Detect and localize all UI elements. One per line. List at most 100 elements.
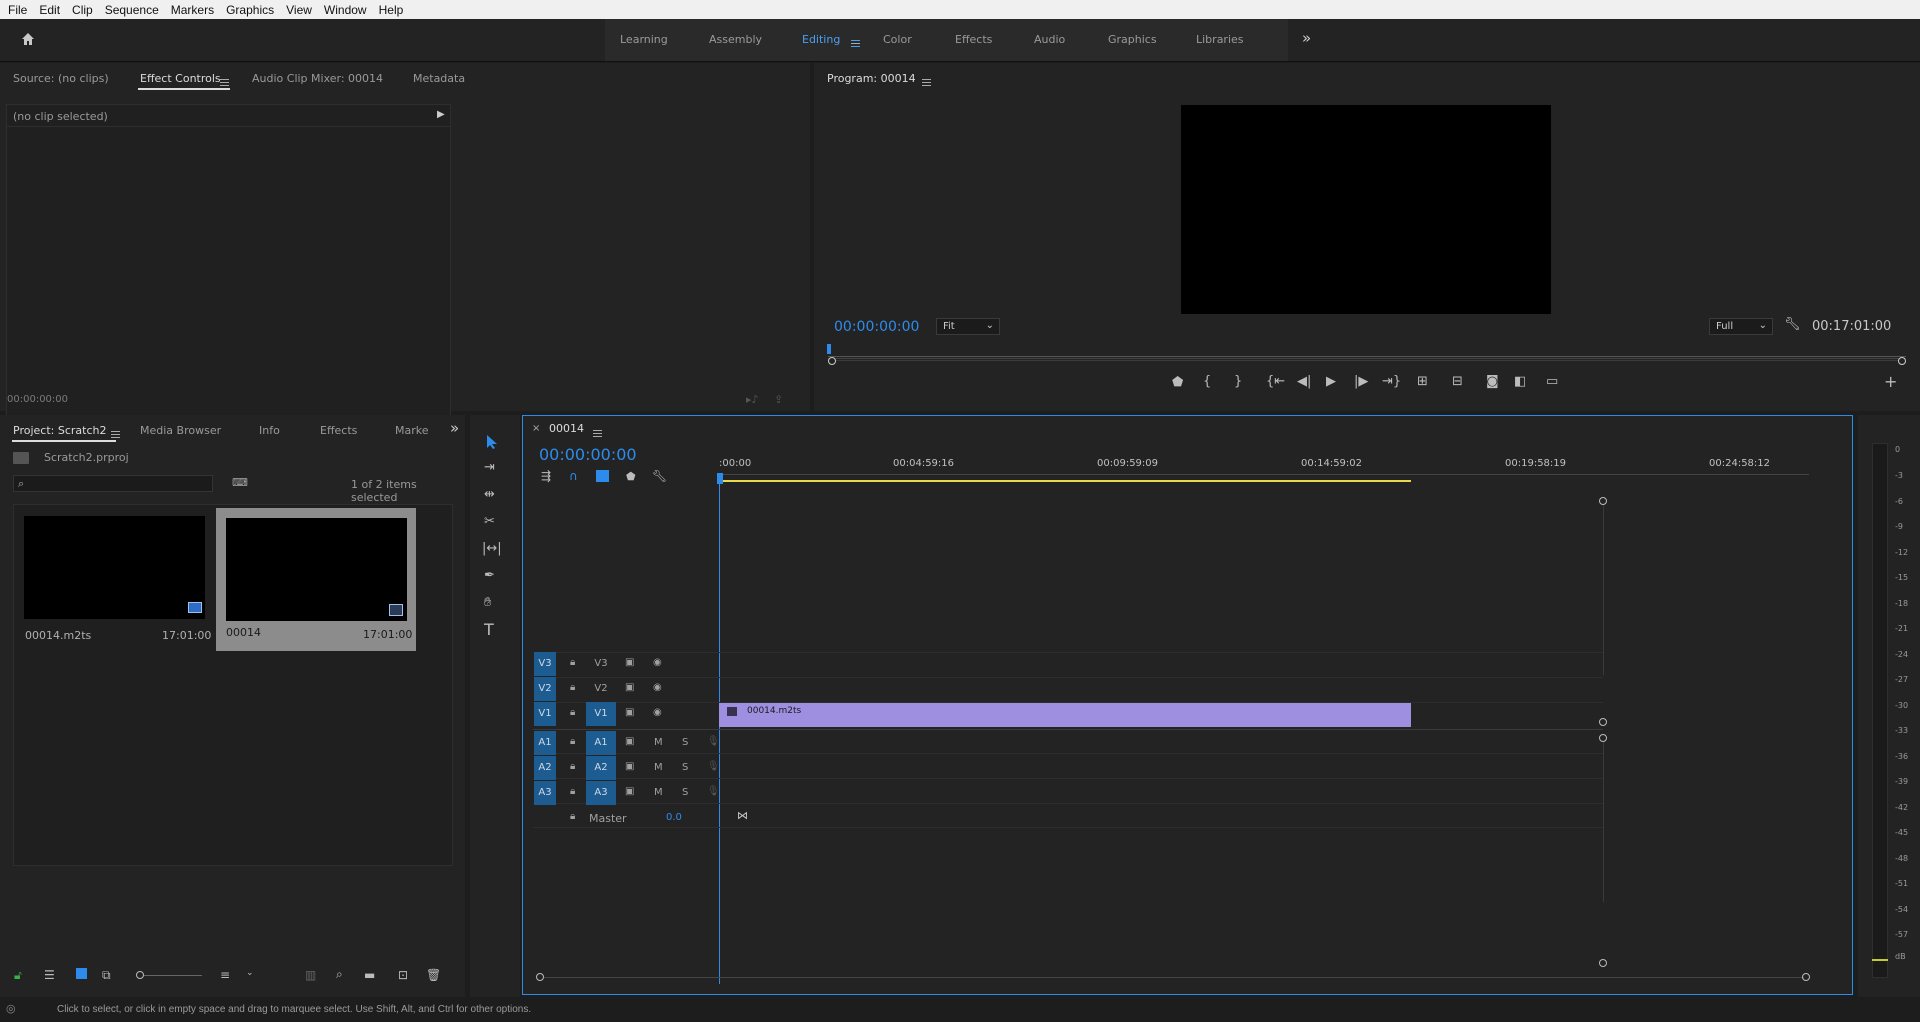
list-view-icon[interactable]: ☰ xyxy=(44,968,55,982)
chevron-down-icon[interactable]: ⌄ xyxy=(246,968,254,978)
workspace-editing[interactable]: Editing xyxy=(802,33,840,46)
tab-markers[interactable]: Marke xyxy=(395,424,429,437)
timeline-zoom-handle-left[interactable] xyxy=(536,973,544,981)
microphone-icon[interactable]: 🎙︎ xyxy=(707,761,720,772)
timeline-clip[interactable]: 00014.m2ts xyxy=(719,703,1411,727)
tab-project[interactable]: Project: Scratch2 xyxy=(13,424,106,437)
mute-button[interactable]: M xyxy=(654,737,663,748)
menu-sequence[interactable]: Sequence xyxy=(105,3,159,17)
mute-button[interactable]: M xyxy=(654,762,663,773)
home-icon[interactable] xyxy=(20,31,36,47)
source-patch-a3[interactable]: A3 xyxy=(534,781,556,805)
program-playhead[interactable] xyxy=(827,344,831,354)
find-icon[interactable]: ⌕ xyxy=(336,967,343,982)
lock-icon[interactable]: 🔒︎ xyxy=(570,682,575,693)
step-forward-icon[interactable]: |▶ xyxy=(1354,375,1368,389)
fit-dropdown[interactable]: Fit ⌄ xyxy=(936,318,1000,335)
more-tabs-icon[interactable]: » xyxy=(450,419,459,437)
menu-help[interactable]: Help xyxy=(379,3,404,17)
tab-audio-clip-mixer[interactable]: Audio Clip Mixer: 00014 xyxy=(252,72,383,85)
track-target-a2[interactable]: A2 xyxy=(586,756,616,780)
microphone-icon[interactable]: 🎙︎ xyxy=(707,736,720,747)
audio-scroll-handle[interactable] xyxy=(1599,734,1607,742)
sync-lock-icon[interactable]: ▣ xyxy=(625,657,634,668)
camera-icon[interactable]: ◙ xyxy=(1486,375,1499,389)
go-to-next-edit-icon[interactable]: ⋈ xyxy=(737,809,748,822)
export-icon[interactable]: ⇪ xyxy=(774,393,783,406)
selection-tool-icon[interactable] xyxy=(485,434,499,450)
menu-clip[interactable]: Clip xyxy=(72,3,93,17)
workspace-audio[interactable]: Audio xyxy=(1034,33,1065,46)
project-search-input[interactable]: ⌕ xyxy=(13,475,213,492)
icon-view-icon[interactable] xyxy=(76,968,87,979)
video-scroll-handle[interactable] xyxy=(1599,497,1607,505)
sort-icons-icon[interactable]: ≡ xyxy=(220,968,230,982)
microphone-icon[interactable]: 🎙︎ xyxy=(707,786,720,797)
timeline-menu-icon[interactable] xyxy=(593,429,602,437)
razor-tool-icon[interactable]: ✂ xyxy=(484,515,495,529)
program-scrub-ruler[interactable] xyxy=(828,347,1906,359)
tab-info[interactable]: Info xyxy=(259,424,280,437)
sync-lock-icon[interactable]: ▣ xyxy=(625,761,634,772)
zoom-slider-handle[interactable] xyxy=(136,971,144,979)
menu-edit[interactable]: Edit xyxy=(39,3,60,17)
type-tool-icon[interactable]: T xyxy=(484,622,494,638)
slip-tool-icon[interactable]: |↔| xyxy=(482,542,502,556)
timeline-timecode[interactable]: 00:00:00:00 xyxy=(539,445,637,464)
lock-icon[interactable]: 🔒︎ xyxy=(570,736,575,747)
solo-button[interactable]: S xyxy=(682,762,688,773)
source-patch-v1[interactable]: V1 xyxy=(534,702,556,726)
track-target-v2[interactable]: V2 xyxy=(586,677,616,701)
mark-out-icon[interactable]: } xyxy=(1234,375,1242,389)
tab-metadata[interactable]: Metadata xyxy=(413,72,465,85)
project-item[interactable] xyxy=(18,510,211,627)
ripple-edit-tool-icon[interactable]: ⇹ xyxy=(484,488,495,502)
close-icon[interactable]: × xyxy=(532,423,540,434)
source-patch-v2[interactable]: V2 xyxy=(534,677,556,701)
source-patch-a1[interactable]: A1 xyxy=(534,731,556,755)
track-target-a1[interactable]: A1 xyxy=(586,731,616,755)
sync-lock-icon[interactable]: ▣ xyxy=(625,682,634,693)
audio-scroll-handle[interactable] xyxy=(1599,959,1607,967)
workspace-color[interactable]: Color xyxy=(883,33,912,46)
track-target-v3[interactable]: V3 xyxy=(586,652,616,676)
zoom-slider[interactable] xyxy=(144,975,202,976)
eye-icon[interactable]: ◉ xyxy=(653,657,662,668)
work-area-bar[interactable] xyxy=(719,480,1411,482)
new-item-icon[interactable]: ⊡ xyxy=(398,968,408,982)
workspace-menu-icon[interactable] xyxy=(851,39,860,47)
eye-icon[interactable]: ◉ xyxy=(653,682,662,693)
menu-graphics[interactable]: Graphics xyxy=(226,3,274,17)
mark-in-icon[interactable]: { xyxy=(1203,375,1211,389)
menu-markers[interactable]: Markers xyxy=(171,3,214,17)
timeline-zoom-handle-right[interactable] xyxy=(1802,973,1810,981)
lock-icon[interactable]: 🔒︎ xyxy=(570,786,575,797)
pen-tool-icon[interactable]: ✒ xyxy=(484,569,495,583)
snap-magnet-icon[interactable]: ∩ xyxy=(569,469,578,483)
workspace-graphics[interactable]: Graphics xyxy=(1108,33,1157,46)
trash-icon[interactable]: 🗑︎ xyxy=(426,968,441,982)
lock-icon[interactable]: 🔓︎ xyxy=(14,968,22,983)
new-bin-icon[interactable]: ▬ xyxy=(364,968,375,982)
zoom-handle-left[interactable] xyxy=(828,357,836,365)
resolution-dropdown[interactable]: Full ⌄ xyxy=(1709,318,1773,335)
wrench-icon[interactable]: 🔧︎ xyxy=(1784,317,1801,332)
step-back-icon[interactable]: ◀| xyxy=(1297,375,1311,389)
find-bin-icon[interactable]: ⌨ xyxy=(232,476,248,489)
timeline-horizontal-scrollbar[interactable] xyxy=(544,977,1804,978)
menu-file[interactable]: File xyxy=(8,3,27,17)
project-menu-icon[interactable] xyxy=(111,430,120,438)
go-to-in-icon[interactable]: {⇤ xyxy=(1266,375,1285,389)
hand-tool-icon[interactable]: ✋︎ xyxy=(484,596,491,610)
source-patch-a2[interactable]: A2 xyxy=(534,756,556,780)
go-to-out-icon[interactable]: ⇥} xyxy=(1382,375,1401,389)
lock-icon[interactable]: 🔒︎ xyxy=(570,707,575,718)
timeline-settings-wrench-icon[interactable]: 🔧︎ xyxy=(652,469,667,483)
track-target-a3[interactable]: A3 xyxy=(586,781,616,805)
lock-icon[interactable]: 🔒︎ xyxy=(570,811,575,822)
sync-lock-icon[interactable]: ▣ xyxy=(625,736,634,747)
sync-lock-icon[interactable]: ▣ xyxy=(625,786,634,797)
add-marker-icon[interactable]: ⬟ xyxy=(1172,376,1183,390)
eye-icon[interactable]: ◉ xyxy=(653,707,662,718)
linked-selection-icon[interactable] xyxy=(596,470,609,482)
